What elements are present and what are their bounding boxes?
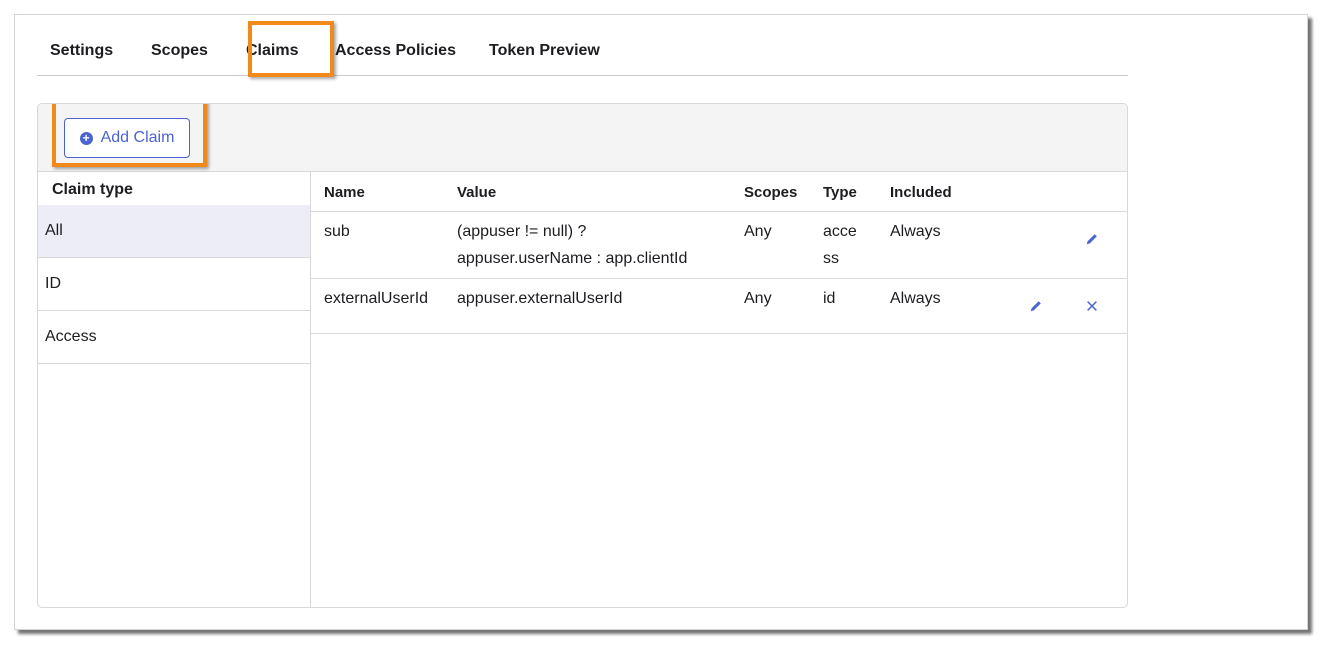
sidebar-item-label: ID [45, 275, 61, 292]
claim-scopes: Any [744, 290, 772, 307]
claim-type-title: Claim type [52, 181, 133, 198]
claim-scopes: Any [744, 223, 772, 240]
table-row: externalUserId appuser.externalUserId An… [311, 279, 1127, 334]
claims-table: Name Value Scopes Type Included sub (app… [311, 172, 1127, 607]
close-icon[interactable] [1083, 297, 1101, 315]
claim-included: Always [890, 290, 941, 307]
table-row: sub (appuser != null) ? appuser.userName… [311, 212, 1127, 279]
sidebar-item-id[interactable]: ID [38, 258, 310, 311]
claim-included: Always [890, 223, 941, 240]
claims-tab-highlight [248, 21, 334, 77]
claim-type-sidebar: Claim type All ID Access [38, 172, 311, 607]
sidebar-item-access[interactable]: Access [38, 311, 310, 364]
pencil-icon[interactable] [1027, 297, 1045, 315]
header-type: Type [823, 184, 857, 201]
claim-name: sub [324, 223, 350, 240]
claim-value-line1: appuser.externalUserId [457, 290, 623, 307]
tab-bar: Settings Scopes Claims Access Policies T… [37, 15, 1128, 77]
tab-access-policies[interactable]: Access Policies [335, 42, 456, 60]
claim-name: externalUserId [324, 290, 429, 307]
claim-value-line2: appuser.userName : app.clientId [457, 250, 688, 267]
tab-token-preview[interactable]: Token Preview [489, 42, 600, 60]
claim-type-line2: ss [823, 250, 839, 267]
header-scopes: Scopes [744, 184, 798, 201]
tab-scopes[interactable]: Scopes [151, 42, 208, 60]
sidebar-item-all[interactable]: All [38, 205, 310, 258]
app-frame: Settings Scopes Claims Access Policies T… [14, 14, 1308, 630]
claim-type-line1: id [823, 290, 836, 307]
claim-value-line1: (appuser != null) ? [457, 223, 587, 240]
header-value: Value [457, 184, 497, 201]
header-name: Name [324, 184, 365, 201]
add-claim-highlight [52, 104, 207, 167]
pencil-icon[interactable] [1083, 230, 1101, 248]
header-included: Included [890, 184, 952, 201]
claims-panel: + Add Claim Claim type All ID Access Nam… [37, 103, 1128, 608]
table-header: Name Value Scopes Type Included [311, 172, 1127, 212]
sidebar-item-label: All [45, 222, 63, 239]
sidebar-item-label: Access [45, 328, 97, 345]
claim-type-line1: acce [823, 223, 857, 240]
tab-settings[interactable]: Settings [50, 42, 113, 60]
